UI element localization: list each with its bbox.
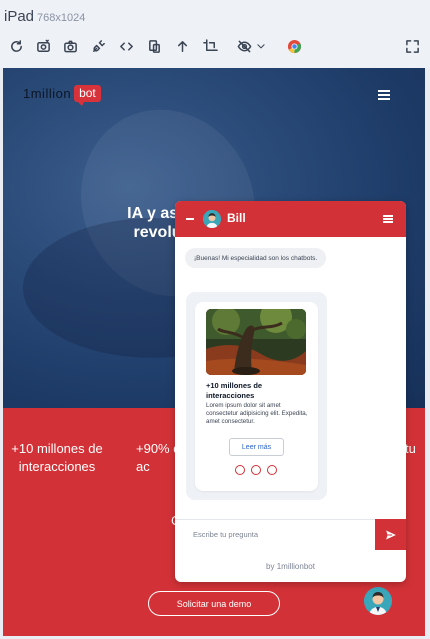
chat-widget: Bill ¡Buenas! Mi especialidad son los ch…	[175, 201, 406, 582]
carousel-dot[interactable]	[251, 465, 261, 475]
stat-interactions: +10 millones de interacciones	[11, 441, 103, 474]
request-demo-button[interactable]: Solicitar una demo	[148, 591, 280, 616]
menu-icon[interactable]	[378, 90, 390, 100]
toolbar-icons	[0, 36, 430, 58]
device-dimensions: 768x1024	[37, 12, 86, 24]
chrome-icon[interactable]	[284, 36, 304, 56]
upload-icon[interactable]	[172, 36, 192, 56]
send-icon	[385, 530, 396, 539]
logo-text: 1million	[23, 86, 72, 101]
hide-icon[interactable]	[234, 36, 254, 56]
code-icon[interactable]	[116, 36, 136, 56]
stat-partial: tu	[405, 441, 416, 456]
device-toolbar: iPad 768x1024	[0, 0, 430, 68]
bot-greeting-message: ¡Buenas! Mi especialidad son los chatbot…	[185, 248, 327, 268]
device-viewport: 1million bot IA y asist revoluc +10 mill…	[3, 68, 425, 636]
chat-messages[interactable]: ¡Buenas! Mi especialidad son los chatbot…	[175, 237, 406, 519]
chat-input-bar: Escribe tu pregunta	[175, 519, 406, 550]
screenshot-settings-icon[interactable]	[33, 36, 53, 56]
chevron-down-icon[interactable]	[254, 36, 268, 56]
card-carousel: +10 millones de interacciones Lorem ipsu…	[186, 292, 327, 500]
send-button[interactable]	[375, 519, 406, 550]
carousel-dot[interactable]	[235, 465, 245, 475]
read-more-button[interactable]: Leer más	[229, 438, 284, 456]
card-title: +10 millones de interacciones	[206, 381, 263, 400]
card-description: Lorem ipsum dolor sit amet consectetur a…	[206, 402, 308, 425]
copy-device-icon[interactable]	[144, 36, 164, 56]
device-title: iPad 768x1024	[4, 8, 85, 25]
plug-icon[interactable]	[88, 36, 108, 56]
forest-image	[206, 309, 306, 375]
bot-avatar	[203, 210, 221, 228]
carousel-dot[interactable]	[267, 465, 277, 475]
logo-badge: bot	[74, 85, 101, 106]
minimize-icon[interactable]	[186, 218, 194, 220]
device-name: iPad	[4, 8, 35, 25]
chat-menu-icon[interactable]	[383, 215, 393, 223]
crop-icon[interactable]	[200, 36, 220, 56]
fullscreen-icon[interactable]	[402, 36, 422, 56]
refresh-icon[interactable]	[6, 36, 26, 56]
camera-icon[interactable]	[60, 36, 80, 56]
bot-name: Bill	[227, 211, 246, 225]
info-card: +10 millones de interacciones Lorem ipsu…	[195, 302, 318, 491]
chat-footer: by 1millionbot	[266, 561, 315, 571]
chat-header: Bill	[175, 201, 406, 237]
site-logo[interactable]: 1million bot	[23, 85, 101, 106]
chatbot-launcher-avatar[interactable]	[364, 587, 392, 615]
question-input[interactable]: Escribe tu pregunta	[193, 530, 258, 539]
